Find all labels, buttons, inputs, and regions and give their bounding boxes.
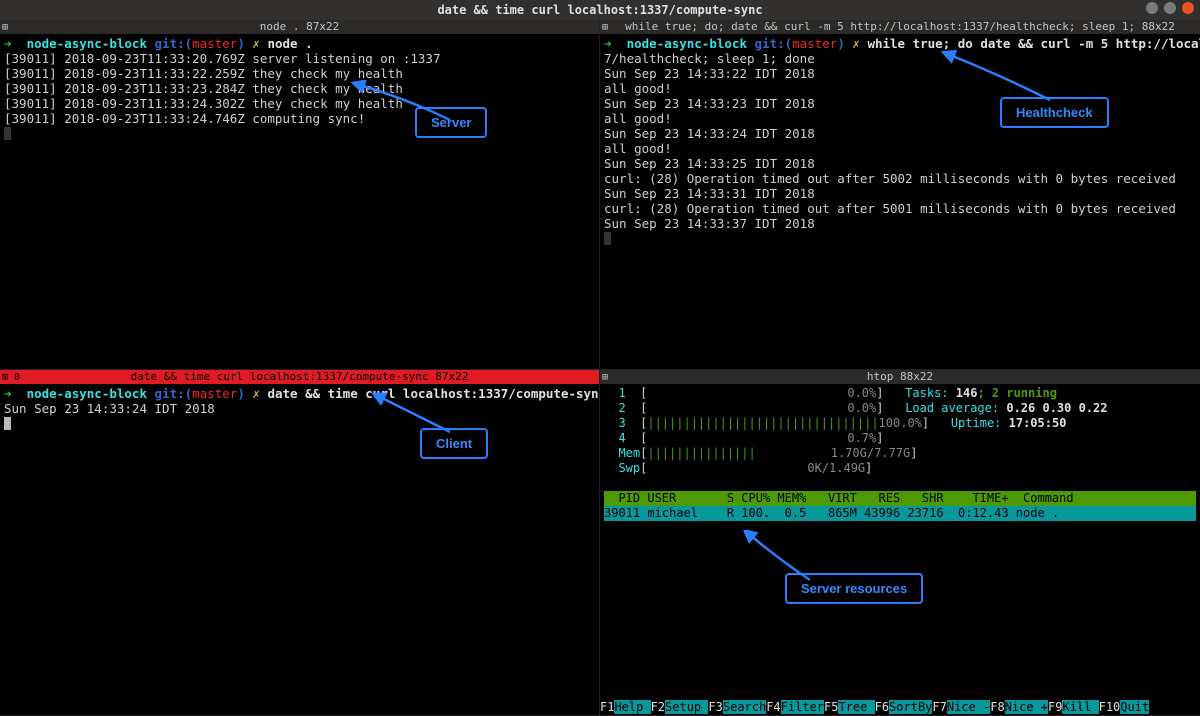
terminal-output[interactable]: ➜ node-async-block git:(master) ✗ date &… [0,384,599,715]
window-title: date && time curl localhost:1337/compute… [437,3,762,17]
terminal-window: date && time curl localhost:1337/compute… [0,0,1200,716]
split-icon[interactable]: ⊞ [602,371,608,385]
pane-grid: ⊞ node . 87x22 ➜ node-async-block git:(m… [0,20,1200,716]
htop-fkeys[interactable]: F1Help F2Setup F3SearchF4FilterF5Tree F6… [600,700,1200,715]
window-close-button[interactable] [1182,2,1194,14]
split-icon[interactable]: ⊞ [602,21,608,35]
htop-output[interactable]: 1 [0.0%] Tasks: 146; 2 running 2 [0.0%] … [600,384,1200,715]
pane-healthcheck[interactable]: ⊞ while true; do; date && curl -m 5 http… [600,20,1200,370]
split-icon[interactable]: ⊞ [2,21,8,35]
htop-process-row[interactable]: 39011 michael R 100. 0.5 865M 43996 2371… [604,506,1196,521]
term-title[interactable]: ⊞ htop 88x22 [600,370,1200,384]
term-title[interactable]: ⊞ while true; do; date && curl -m 5 http… [600,20,1200,34]
term-title[interactable]: ⊞ node . 87x22 [0,20,599,34]
term-title-active[interactable]: ⊞ 0 date && time curl localhost:1337/com… [0,370,599,384]
terminal-output[interactable]: ➜ node-async-block git:(master) ✗ node .… [0,34,599,369]
pane-server[interactable]: ⊞ node . 87x22 ➜ node-async-block git:(m… [0,20,600,370]
terminal-output[interactable]: ➜ node-async-block git:(master) ✗ while … [600,34,1200,369]
pane-client[interactable]: ⊞ 0 date && time curl localhost:1337/com… [0,370,600,716]
split-icon[interactable]: ⊞ 0 [2,371,20,385]
pane-htop[interactable]: ⊞ htop 88x22 1 [0.0%] Tasks: 146; 2 runn… [600,370,1200,716]
window-minimize-button[interactable] [1146,2,1158,14]
window-titlebar[interactable]: date && time curl localhost:1337/compute… [0,0,1200,20]
window-maximize-button[interactable] [1164,2,1176,14]
htop-header[interactable]: PID USER S CPU% MEM% VIRT RES SHR TIME+ … [604,491,1196,506]
